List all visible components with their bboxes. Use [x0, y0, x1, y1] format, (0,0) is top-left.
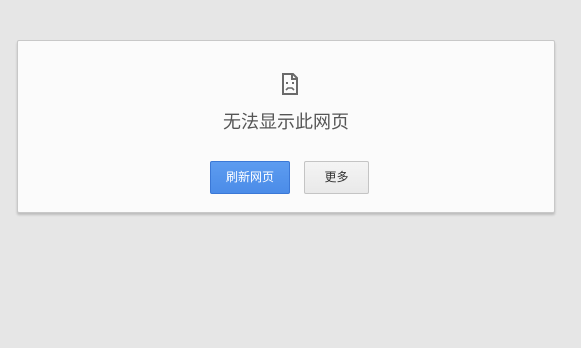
error-title: 无法显示此网页	[223, 112, 349, 133]
error-card: 无法显示此网页 刷新网页 更多	[17, 40, 555, 213]
sad-page-icon	[282, 73, 298, 95]
more-button[interactable]: 更多	[304, 161, 369, 194]
reload-button[interactable]: 刷新网页	[210, 161, 290, 194]
